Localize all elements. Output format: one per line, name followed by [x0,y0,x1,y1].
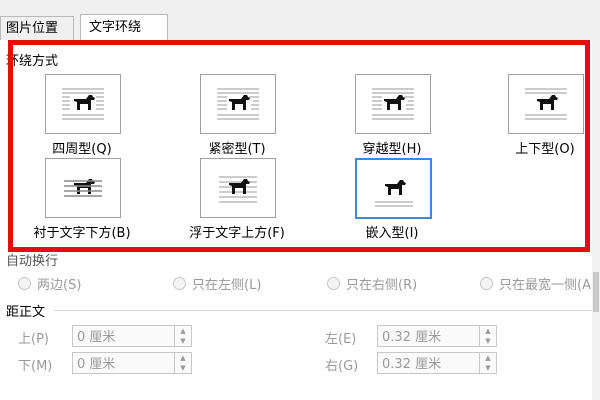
tab-strip: 图片位置 文字环绕 [0,0,600,42]
tab-text-wrapping[interactable]: 文字环绕 [80,14,168,42]
dog-icon [525,88,567,120]
spin-right[interactable]: ▲ ▼ [377,352,497,374]
auto-wrap-title: 自动换行 [6,250,63,269]
dog-icon [372,88,414,120]
spin-down-icon[interactable]: ▼ [175,336,191,346]
radio-dot [18,277,31,290]
distance-title: 距正文 [6,301,50,320]
wrap-option-behind-text[interactable] [45,158,121,218]
radio-label: 只在最宽一侧(A) [499,278,597,293]
wrap-option-in-front-of-text[interactable] [200,158,276,218]
scrollbar-thumb[interactable] [593,272,599,312]
radio-label: 只在右侧(R) [346,278,418,293]
radio-dot [327,277,340,290]
spin-buttons: ▲ ▼ [174,326,191,346]
top-distance-input[interactable] [73,326,177,344]
label-right: 右(G) [325,359,359,374]
spin-up-icon[interactable]: ▲ [480,353,496,363]
wrap-label-inline: 嵌入型(I) [365,226,419,241]
spin-up-icon[interactable]: ▲ [175,353,191,363]
tab-picture-position[interactable]: 图片位置 [0,16,74,41]
distance-divider [54,310,594,311]
wrap-option-inline[interactable] [355,158,432,219]
label-bottom: 下(M) [18,359,53,374]
spin-bottom[interactable]: ▲ ▼ [72,352,192,374]
wrap-label-tight: 紧密型(T) [208,142,266,157]
dog-icon [375,180,413,207]
wrap-option-top-bottom[interactable] [508,74,584,134]
dog-icon [217,88,259,120]
wrap-label-top-bottom: 上下型(O) [515,142,575,157]
bottom-distance-input[interactable] [73,353,177,371]
label-left: 左(E) [325,332,357,347]
left-distance-input[interactable] [378,326,482,344]
spin-buttons: ▲ ▼ [479,326,496,346]
spin-up-icon[interactable]: ▲ [175,326,191,336]
wrap-label-square: 四周型(Q) [52,142,112,157]
radio-dot [480,277,493,290]
spin-top[interactable]: ▲ ▼ [72,325,192,347]
spin-down-icon[interactable]: ▼ [480,363,496,373]
wrap-option-through[interactable] [355,74,431,134]
spin-down-icon[interactable]: ▼ [480,336,496,346]
wrap-option-square[interactable] [45,74,121,134]
radio-left-only[interactable]: 只在左侧(L) [173,274,261,293]
spin-buttons: ▲ ▼ [174,353,191,373]
spin-buttons: ▲ ▼ [479,353,496,373]
vertical-scrollbar[interactable] [592,40,600,400]
radio-both-sides[interactable]: 两边(S) [18,274,81,293]
wrap-label-behind-text: 衬于文字下方(B) [33,226,131,241]
radio-label: 两边(S) [37,278,82,293]
dog-icon [64,179,102,197]
label-top: 上(P) [18,332,49,347]
radio-right-only[interactable]: 只在右侧(R) [327,274,417,293]
spin-up-icon[interactable]: ▲ [480,326,496,336]
spin-down-icon[interactable]: ▼ [175,363,191,373]
wrap-label-through: 穿越型(H) [362,142,422,157]
radio-largest-side[interactable]: 只在最宽一侧(A) [480,274,600,293]
wrap-style-title: 环绕方式 [6,50,63,69]
wrap-option-tight[interactable] [200,74,276,134]
dog-icon [219,176,257,203]
right-distance-input[interactable] [378,353,482,371]
dog-icon [62,88,104,120]
radio-dot [173,277,186,290]
wrap-label-in-front-of-text: 浮于文字上方(F) [189,226,285,241]
spin-left[interactable]: ▲ ▼ [377,325,497,347]
radio-label: 只在左侧(L) [192,278,262,293]
